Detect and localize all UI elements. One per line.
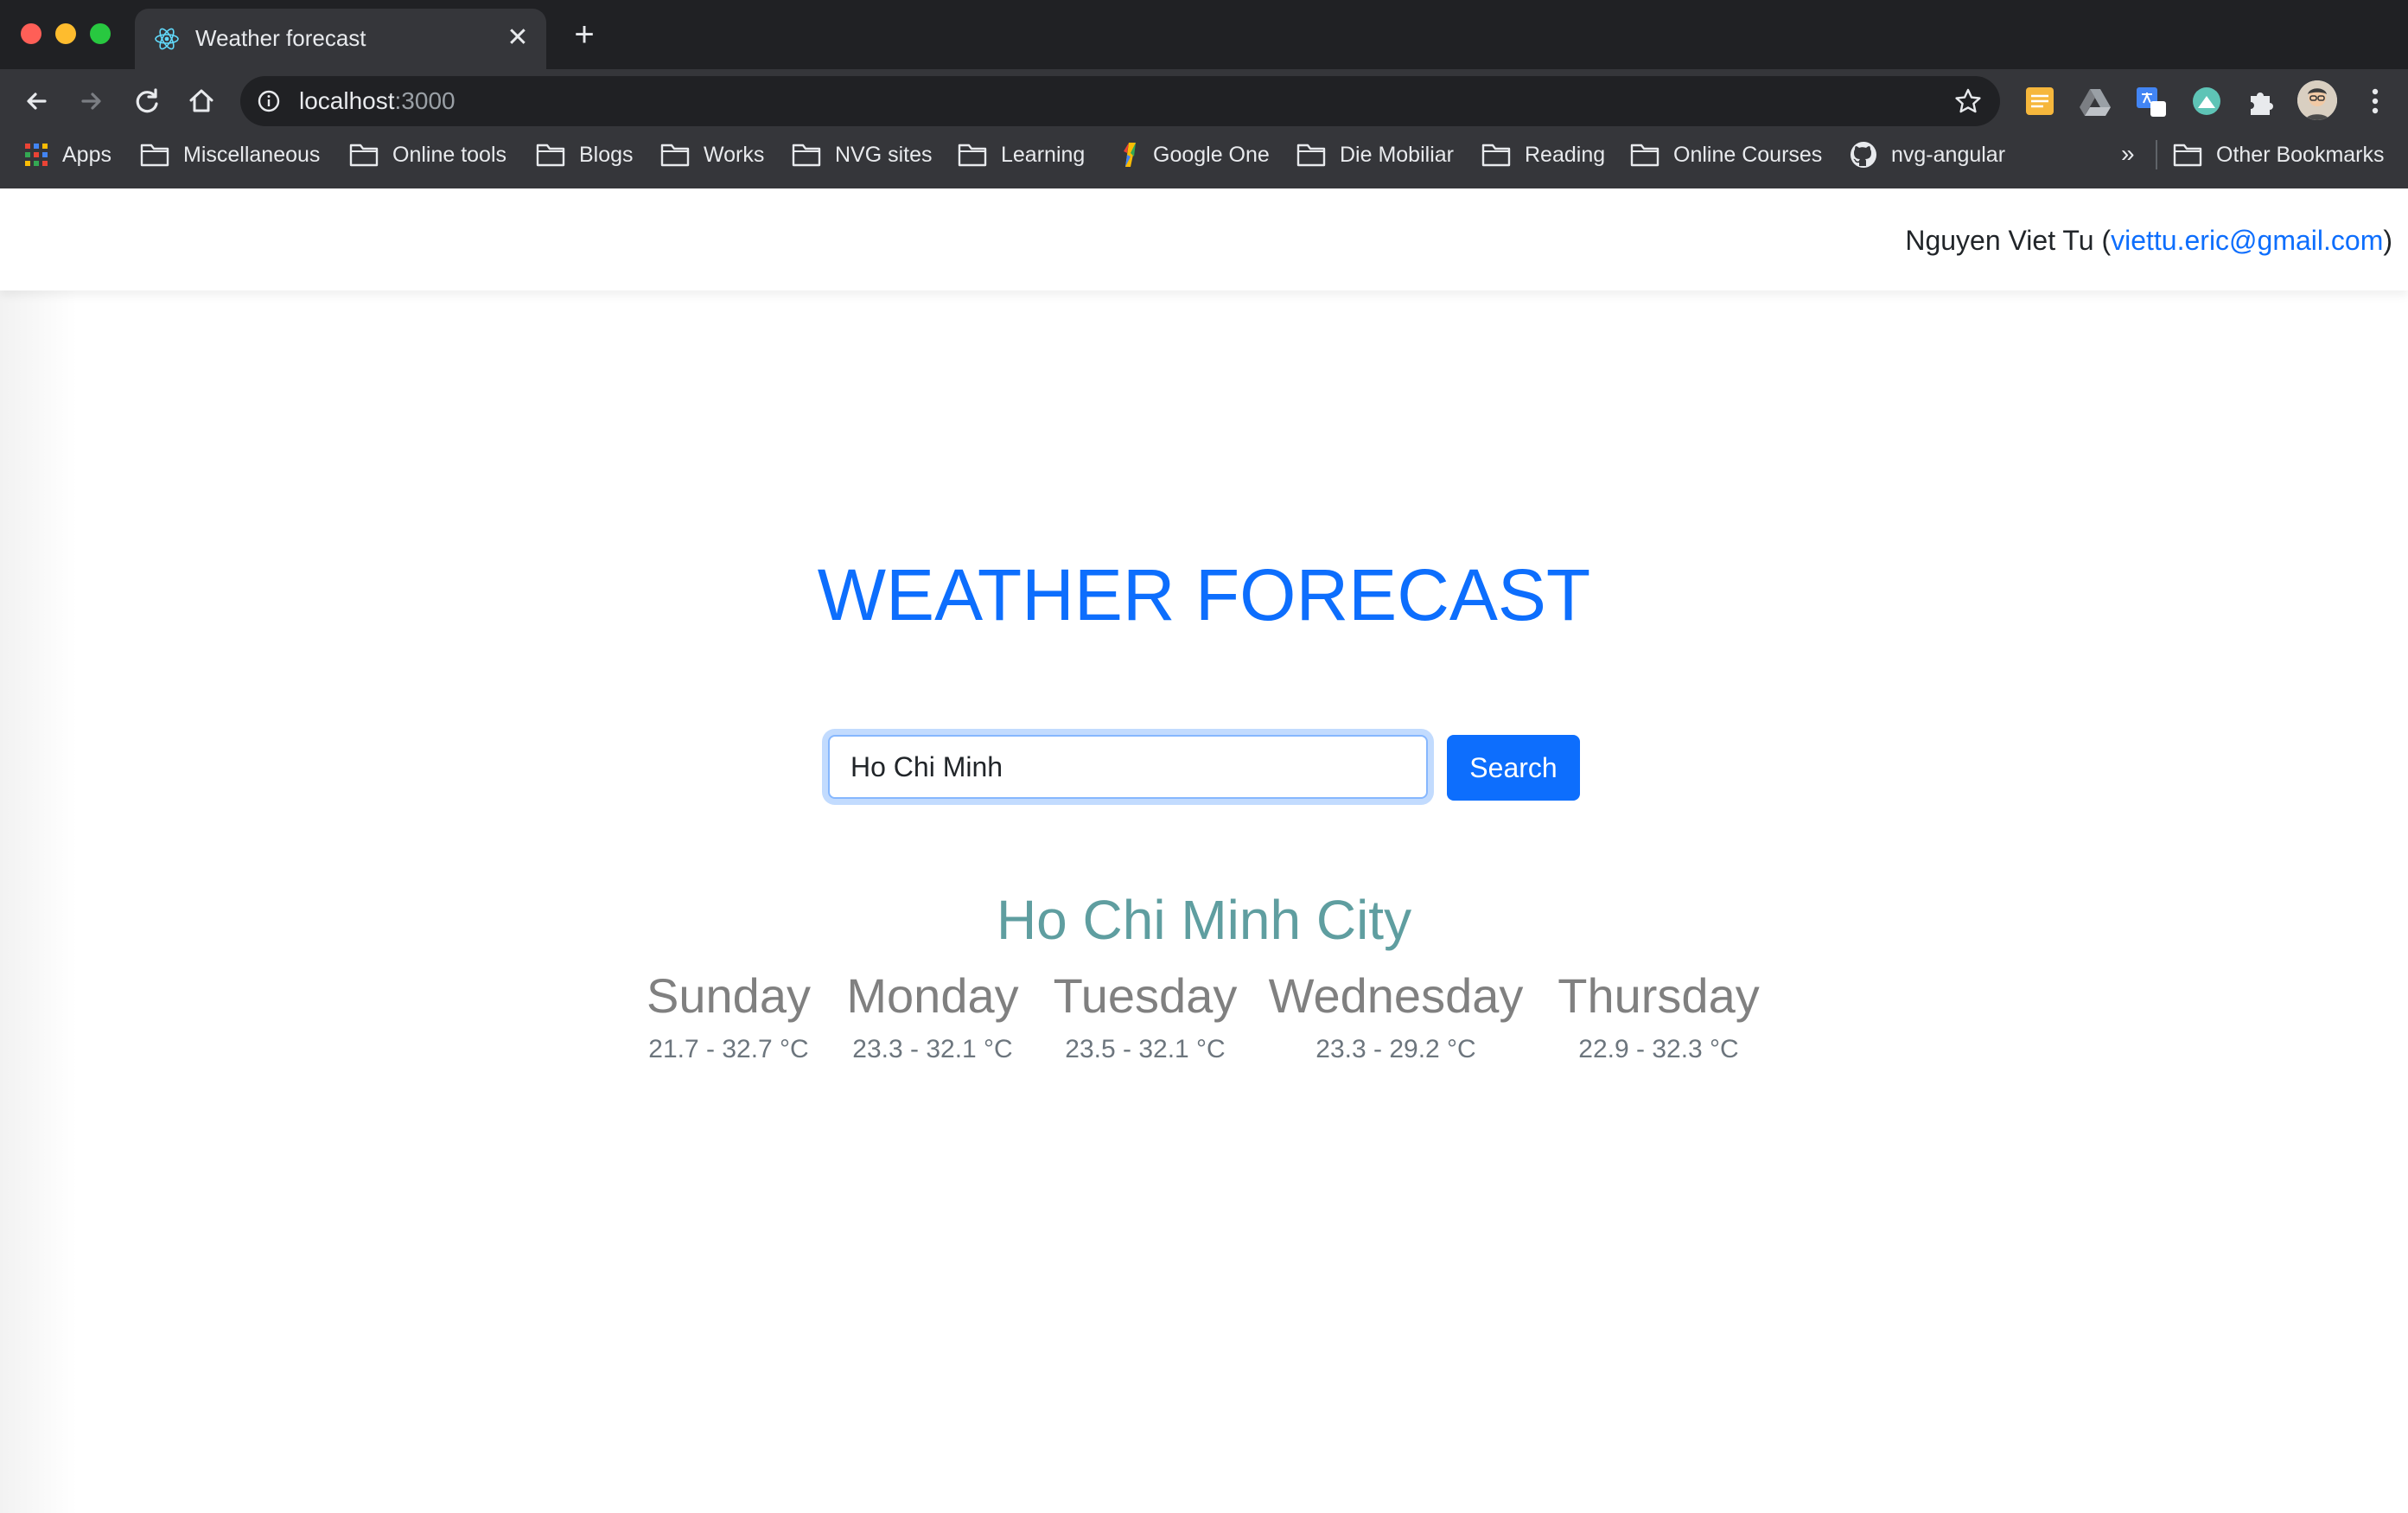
bookmark-star-icon[interactable] bbox=[1953, 86, 1983, 116]
bookmarks-separator bbox=[2156, 140, 2157, 169]
url-port: :3000 bbox=[394, 87, 455, 114]
bookmark-folder-works[interactable]: Works bbox=[660, 133, 764, 176]
browser-tab[interactable]: Weather forecast ✕ bbox=[135, 9, 546, 69]
web-page: Nguyen Viet Tu (viettu.eric@gmail.com) W… bbox=[0, 188, 2408, 1513]
forecast-day-card: Wednesday 23.3 - 29.2 °C bbox=[1269, 967, 1524, 1064]
folder-icon bbox=[1296, 144, 1326, 167]
home-icon[interactable] bbox=[184, 84, 219, 118]
bookmark-label: Miscellaneous bbox=[183, 142, 321, 167]
forecast-day-card: Monday 23.3 - 32.1 °C bbox=[846, 967, 1018, 1064]
browser-tab-bar: Weather forecast ✕ + bbox=[0, 0, 2408, 69]
forecast-temp-range: 23.3 - 29.2 °C bbox=[1315, 1035, 1476, 1064]
close-window-button[interactable] bbox=[21, 23, 41, 44]
bookmark-label: Other Bookmarks bbox=[2216, 142, 2385, 167]
more-menu-icon[interactable] bbox=[2358, 84, 2392, 118]
minimize-window-button[interactable] bbox=[55, 23, 76, 44]
bookmark-label: Online tools bbox=[392, 142, 507, 167]
bookmark-folder-online-tools[interactable]: Online tools bbox=[349, 133, 506, 176]
open-paren: ( bbox=[2093, 225, 2112, 256]
city-name: Ho Chi Minh City bbox=[996, 889, 1412, 951]
city-search-input[interactable] bbox=[828, 735, 1428, 799]
forecast-day-name: Tuesday bbox=[1053, 968, 1238, 1023]
forecast-day-card: Thursday 22.9 - 32.3 °C bbox=[1558, 967, 1759, 1064]
bookmark-label: Die Mobiliar bbox=[1340, 142, 1454, 167]
bookmark-folder-blogs[interactable]: Blogs bbox=[536, 133, 634, 176]
bookmarks-bar: Apps Miscellaneous Online tools Blogs Wo… bbox=[0, 133, 2408, 190]
folder-icon bbox=[2173, 144, 2202, 167]
extensions-puzzle-icon[interactable] bbox=[2244, 84, 2278, 118]
author-name: Nguyen Viet Tu bbox=[1905, 225, 2094, 256]
bookmark-folder-reading[interactable]: Reading bbox=[1481, 133, 1605, 176]
forward-arrow-icon[interactable] bbox=[74, 84, 109, 118]
folder-icon bbox=[1630, 144, 1659, 167]
back-arrow-icon[interactable] bbox=[19, 84, 54, 118]
notes-extension-icon[interactable] bbox=[2023, 84, 2057, 118]
bookmark-google-one[interactable]: Google One bbox=[1118, 133, 1270, 176]
bookmark-label: nvg-angular bbox=[1891, 142, 2006, 167]
mountain-extension-icon[interactable] bbox=[2189, 84, 2224, 118]
forecast-temp-range: 22.9 - 32.3 °C bbox=[1578, 1035, 1739, 1064]
bookmark-apps[interactable]: Apps bbox=[24, 133, 111, 176]
url-host: localhost bbox=[299, 87, 395, 114]
forecast-day-name: Wednesday bbox=[1268, 968, 1524, 1023]
bookmark-label: Reading bbox=[1525, 142, 1606, 167]
bookmark-folder-nvg-sites[interactable]: NVG sites bbox=[792, 133, 933, 176]
apps-grid-icon bbox=[25, 144, 48, 166]
folder-icon bbox=[1481, 144, 1511, 167]
new-tab-button[interactable]: + bbox=[567, 17, 602, 54]
bookmark-folder-other-bookmarks[interactable]: Other Bookmarks bbox=[2173, 133, 2385, 176]
forecast-day-card: Sunday 21.7 - 32.7 °C bbox=[647, 967, 811, 1064]
profile-avatar[interactable] bbox=[2297, 80, 2337, 120]
bookmark-folder-die-mobiliar[interactable]: Die Mobiliar bbox=[1296, 133, 1454, 176]
close-tab-icon[interactable]: ✕ bbox=[503, 23, 532, 53]
translate-extension-icon[interactable] bbox=[2133, 84, 2168, 118]
bookmark-label: Learning bbox=[1001, 142, 1086, 167]
bookmark-label: Blogs bbox=[579, 142, 634, 167]
bookmark-folder-learning[interactable]: Learning bbox=[958, 133, 1085, 176]
reload-icon[interactable] bbox=[130, 84, 164, 118]
page-left-shadow bbox=[0, 188, 78, 1513]
bookmark-label: Online Courses bbox=[1673, 142, 1823, 167]
folder-icon bbox=[349, 144, 379, 167]
forecast-temp-range: 23.5 - 32.1 °C bbox=[1065, 1035, 1226, 1064]
github-icon bbox=[1851, 142, 1876, 168]
author-email-link[interactable]: viettu.eric@gmail.com bbox=[2111, 225, 2383, 256]
author-info: Nguyen Viet Tu (viettu.eric@gmail.com) bbox=[1905, 225, 2392, 257]
bookmark-folder-online-courses[interactable]: Online Courses bbox=[1630, 133, 1822, 176]
top-navbar: Nguyen Viet Tu (viettu.eric@gmail.com) bbox=[0, 188, 2408, 290]
forecast-temp-range: 21.7 - 32.7 °C bbox=[648, 1035, 809, 1064]
bookmark-nvg-angular[interactable]: nvg-angular bbox=[1850, 133, 2005, 176]
site-info-icon[interactable] bbox=[256, 88, 282, 114]
bookmark-label: Apps bbox=[62, 142, 111, 167]
close-paren: ) bbox=[2383, 225, 2392, 256]
google-one-icon bbox=[1124, 143, 1136, 167]
folder-icon bbox=[958, 144, 987, 167]
zoom-window-button[interactable] bbox=[90, 23, 111, 44]
tab-title: Weather forecast bbox=[195, 25, 366, 51]
forecast-day-card: Tuesday 23.5 - 32.1 °C bbox=[1054, 967, 1238, 1064]
address-bar[interactable]: localhost:3000 bbox=[240, 76, 2000, 126]
bookmarks-overflow-chevron[interactable]: » bbox=[2121, 140, 2135, 168]
forecast-day-name: Thursday bbox=[1558, 968, 1760, 1023]
search-button[interactable]: Search bbox=[1447, 735, 1580, 801]
google-drive-icon[interactable] bbox=[2078, 84, 2112, 118]
bookmark-label: Google One bbox=[1153, 142, 1270, 167]
forecast-day-name: Monday bbox=[846, 968, 1019, 1023]
page-title: WEATHER FORECAST bbox=[817, 554, 1591, 635]
bookmark-label: NVG sites bbox=[835, 142, 933, 167]
folder-icon bbox=[536, 144, 565, 167]
folder-icon bbox=[140, 144, 169, 167]
forecast-temp-range: 23.3 - 32.1 °C bbox=[852, 1035, 1013, 1064]
bookmark-label: Works bbox=[704, 142, 765, 167]
url-text: localhost:3000 bbox=[299, 87, 455, 115]
browser-toolbar: localhost:3000 bbox=[0, 69, 2408, 133]
bookmark-folder-miscellaneous[interactable]: Miscellaneous bbox=[140, 133, 320, 176]
forecast-day-name: Sunday bbox=[647, 968, 811, 1023]
react-logo-icon bbox=[155, 28, 179, 50]
folder-icon bbox=[660, 144, 690, 167]
folder-icon bbox=[792, 144, 821, 167]
